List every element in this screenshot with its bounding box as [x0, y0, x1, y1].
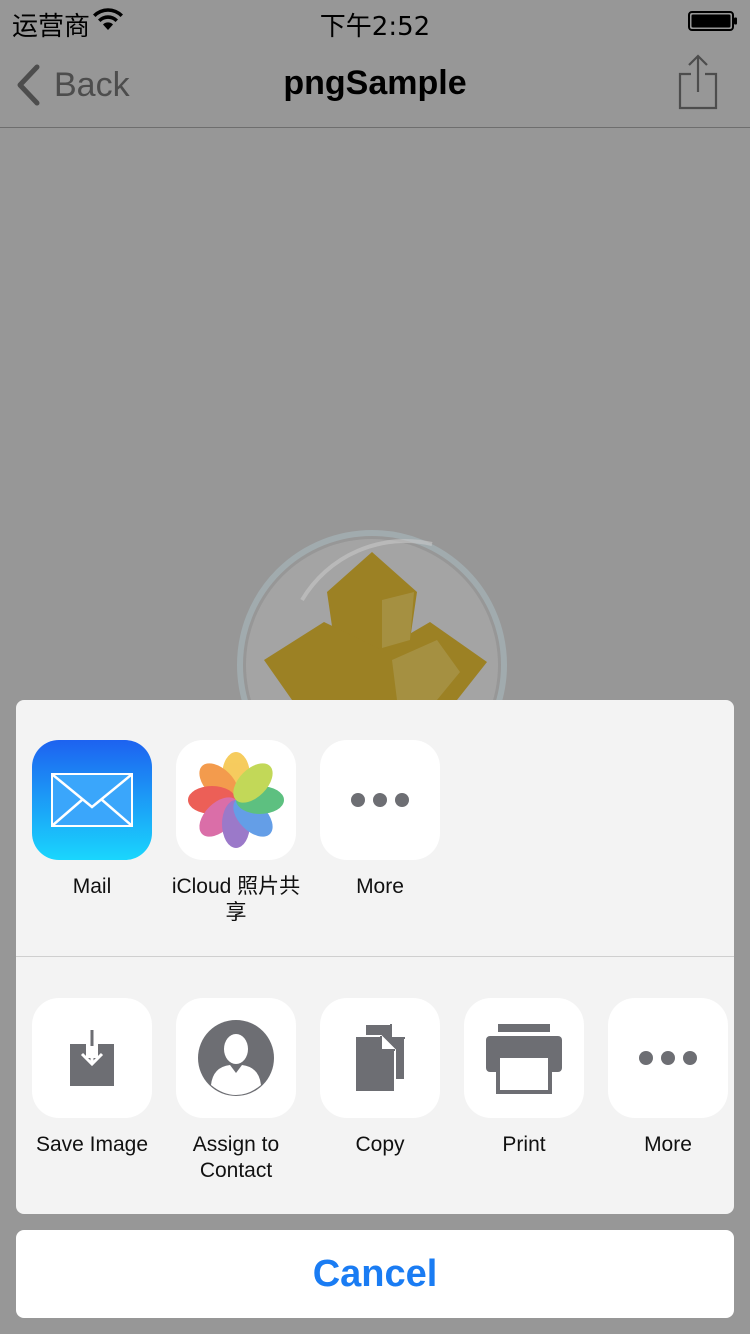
- action-assign-to-contact[interactable]: Assign to Contact: [164, 998, 308, 1184]
- action-label: More: [644, 1133, 692, 1156]
- share-app-mail[interactable]: Mail: [20, 740, 164, 900]
- action-label: Copy: [355, 1133, 405, 1156]
- navigation-bar: Back pngSample: [0, 40, 750, 128]
- more-icon: [320, 740, 440, 860]
- action-more[interactable]: More: [596, 998, 734, 1158]
- share-actions-row: Save Image Assign to Contact Copy Print …: [16, 957, 734, 1214]
- action-copy[interactable]: Copy: [308, 998, 452, 1158]
- share-app-label: More: [356, 875, 404, 898]
- action-label: Print: [502, 1133, 546, 1156]
- action-print[interactable]: Print: [452, 998, 596, 1158]
- contact-icon: [176, 998, 296, 1118]
- battery-icon: [688, 11, 737, 31]
- share-app-label: iCloud 照片共享: [171, 875, 301, 924]
- status-time: 下午2:52: [319, 12, 431, 42]
- share-icon[interactable]: [676, 54, 720, 110]
- save-image-icon: [32, 998, 152, 1118]
- action-label: Save Image: [35, 1133, 149, 1156]
- copy-icon: [320, 998, 440, 1118]
- status-bar: 运营商 下午2:52: [0, 0, 750, 42]
- share-app-more[interactable]: More: [308, 740, 452, 900]
- more-icon: [608, 998, 728, 1118]
- content-image: [237, 530, 507, 710]
- action-save-image[interactable]: Save Image: [20, 998, 164, 1158]
- share-sheet: Mail iCloud 照片共享 More Save Image Assign …: [16, 700, 734, 1214]
- share-app-label: Mail: [72, 875, 112, 898]
- photos-icon: [176, 740, 296, 860]
- cancel-button[interactable]: Cancel: [16, 1230, 734, 1318]
- share-apps-row: Mail iCloud 照片共享 More: [16, 700, 734, 956]
- page-title: pngSample: [283, 64, 467, 102]
- share-app-icloud-photos[interactable]: iCloud 照片共享: [164, 740, 308, 926]
- action-label: Assign to Contact: [192, 1133, 280, 1182]
- print-icon: [464, 998, 584, 1118]
- mail-icon: [32, 740, 152, 860]
